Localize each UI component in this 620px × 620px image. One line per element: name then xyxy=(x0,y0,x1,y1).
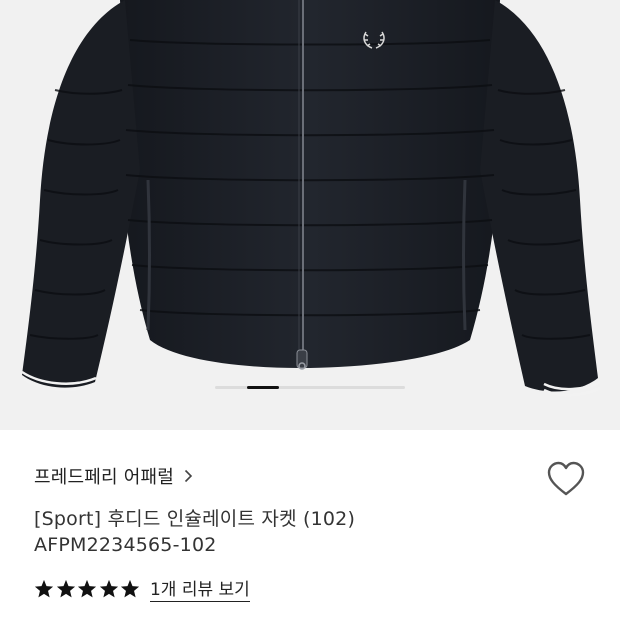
brand-name: 프레드페리 어패럴 xyxy=(34,467,175,488)
heart-outline-icon[interactable] xyxy=(546,460,586,498)
product-info: 프레드페리 어패럴 [Sport] 후디드 인슐레이트 자켓 (102) AFP… xyxy=(0,430,620,620)
gallery-pager xyxy=(215,386,405,389)
gallery-pager-active-indicator xyxy=(247,386,279,389)
star-icon xyxy=(99,579,118,598)
star-icon xyxy=(78,579,97,598)
product-title: [Sport] 후디드 인슐레이트 자켓 (102) xyxy=(34,508,356,530)
star-icon xyxy=(121,579,140,598)
brand-link[interactable]: 프레드페리 어패럴 xyxy=(34,463,193,489)
jacket-product-image xyxy=(21,0,601,397)
rating-row: 1개 리뷰 보기 xyxy=(34,575,250,602)
product-code: AFPM2234565-102 xyxy=(34,534,217,556)
rating-stars xyxy=(34,579,142,598)
star-icon xyxy=(56,579,75,598)
review-link[interactable]: 1개 리뷰 보기 xyxy=(149,575,250,602)
chevron-right-icon xyxy=(184,469,193,483)
product-image-gallery[interactable] xyxy=(0,0,620,430)
star-icon xyxy=(34,579,54,598)
